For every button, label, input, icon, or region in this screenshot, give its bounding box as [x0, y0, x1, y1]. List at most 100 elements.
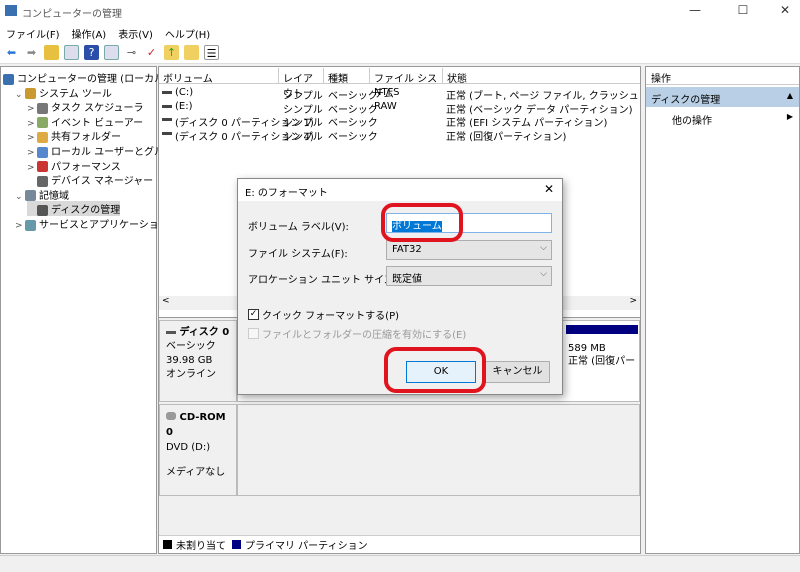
menu-view[interactable]: 表示(V)	[118, 26, 153, 41]
maximize-button[interactable]: ☐	[728, 3, 758, 19]
column-file-system[interactable]: ファイル システム	[370, 68, 443, 100]
volume-icon	[162, 91, 172, 94]
file-system-value: FAT32	[392, 244, 422, 255]
tree-node-icon	[37, 131, 48, 143]
legend-unallocated-swatch	[163, 540, 172, 549]
show-hide-tree-icon[interactable]	[64, 45, 79, 60]
menu-action[interactable]: 操作(A)	[72, 26, 107, 41]
tree-item[interactable]: > 共有フォルダー	[27, 128, 121, 143]
tree-node-icon	[37, 204, 48, 216]
disk-0-size: 39.98 GB	[166, 355, 213, 366]
menu-help[interactable]: ヘルプ(H)	[165, 26, 210, 41]
expand-arrow-icon[interactable]: >	[15, 221, 25, 231]
tree-node-icon	[37, 146, 48, 158]
computer-management-icon	[5, 5, 17, 16]
expand-arrow-icon[interactable]: >	[27, 163, 37, 173]
search-icon[interactable]	[184, 45, 199, 60]
expand-arrow-icon[interactable]: >	[27, 119, 37, 129]
table-cell[interactable]: (E:)	[175, 101, 193, 112]
actions-header: 操作	[646, 67, 799, 85]
tree-node-icon	[37, 117, 48, 129]
expand-arrow-icon[interactable]: >	[27, 148, 37, 158]
tree-item[interactable]: ⌄ システム ツール	[15, 85, 112, 100]
actions-more[interactable]: 他の操作 ▶	[646, 109, 799, 127]
column-volume[interactable]: ボリューム	[159, 68, 279, 85]
minimize-button[interactable]: —	[680, 3, 710, 19]
table-cell[interactable]: シンプル	[283, 128, 323, 143]
compression-checkbox[interactable]: ファイルとフォルダーの圧縮を有効にする(E)	[248, 326, 466, 341]
volume-icon	[162, 118, 172, 121]
allocation-unit-select[interactable]: 既定値 ⌵	[386, 266, 552, 286]
tree-item-label: タスク スケジューラ	[51, 103, 144, 115]
collapse-icon[interactable]: ▲	[787, 91, 793, 100]
status-bar	[0, 555, 800, 572]
cdrom-area	[237, 404, 640, 496]
back-icon[interactable]: ⬅	[4, 45, 19, 60]
table-cell[interactable]: RAW	[374, 101, 397, 112]
menu-bar: ファイル(F) 操作(A) 表示(V) ヘルプ(H)	[0, 22, 800, 42]
title-bar: コンピューターの管理 — ☐ ✕	[0, 0, 800, 22]
column-status[interactable]: 状態	[443, 68, 640, 85]
checkbox-checked-icon: ✓	[248, 309, 259, 320]
navigation-tree: コンピューターの管理 (ローカル) ⌄ システム ツール > タスク スケジューラ > イベ…	[0, 66, 183, 554]
file-system-select[interactable]: FAT32 ⌵	[386, 240, 552, 260]
volume-label-label: ボリューム ラベル(V):	[248, 222, 349, 233]
help-icon[interactable]: ?	[84, 45, 99, 60]
dialog-close-button[interactable]: ✕	[544, 182, 554, 196]
expand-arrow-icon[interactable]: >	[27, 104, 37, 114]
actions-more-label: 他の操作	[672, 116, 712, 127]
menu-file[interactable]: ファイル(F)	[6, 26, 60, 41]
tree-item[interactable]: > サービスとアプリケーション	[15, 216, 169, 231]
tree-item-label: ディスクの管理	[51, 205, 121, 217]
tree-node-icon	[25, 190, 36, 202]
disk-0-name: ディスク 0	[179, 327, 230, 338]
export-icon[interactable]: ↑	[164, 45, 179, 60]
disk-0-info[interactable]: ディスク 0 ベーシック 39.98 GB オンライン	[159, 320, 237, 402]
up-folder-icon[interactable]	[44, 45, 59, 60]
close-button[interactable]: ✕	[770, 3, 800, 19]
ok-button-highlight	[384, 347, 486, 393]
tree-item[interactable]: ⌄ 記憶域	[15, 187, 69, 202]
tree-item[interactable]: > パフォーマンス	[27, 158, 121, 173]
check-icon[interactable]: ✓	[144, 45, 159, 60]
quick-format-checkbox[interactable]: ✓ クイック フォーマットする(P)	[248, 307, 399, 322]
properties-icon[interactable]: ☰	[204, 45, 219, 60]
tree-item[interactable]: ディスクの管理	[27, 201, 121, 217]
partition-status: 正常 (回復パーティ	[568, 356, 636, 367]
table-cell[interactable]: 正常 (回復パーティション)	[446, 128, 640, 143]
expand-arrow-icon[interactable]: ⌄	[15, 90, 25, 100]
volume-icon	[162, 104, 172, 108]
disk-0-status: オンライン	[166, 369, 216, 380]
actions-section-disk-management[interactable]: ディスクの管理 ▲	[646, 87, 799, 107]
tree-item-label: パフォーマンス	[51, 161, 121, 173]
tree-item[interactable]: > タスク スケジューラ	[27, 99, 143, 114]
legend: 未割り当て プライマリ パーティション	[159, 535, 640, 553]
tree-node-icon	[3, 73, 14, 85]
tree-item-label: サービスとアプリケーション	[39, 220, 169, 231]
show-hide-action-pane-icon[interactable]	[104, 45, 119, 60]
partition-size: 589 MB	[568, 343, 606, 354]
column-type[interactable]: 種類	[324, 68, 370, 85]
tree-item[interactable]: デバイス マネージャー	[27, 172, 153, 187]
checkbox-unchecked-icon	[248, 328, 259, 339]
expand-arrow-icon[interactable]: >	[27, 133, 37, 143]
legend-primary-swatch	[232, 540, 241, 549]
cancel-button[interactable]: キャンセル	[485, 361, 550, 383]
connect-icon[interactable]: ⊸	[124, 45, 139, 60]
volume-icon	[162, 131, 172, 135]
expand-arrow-icon[interactable]: ⌄	[15, 192, 25, 202]
tree-node-icon	[37, 102, 48, 114]
forward-icon[interactable]: ➡	[24, 45, 39, 60]
column-layout[interactable]: レイアウト	[279, 68, 324, 100]
recovery-partition[interactable]: 589 MB 正常 (回復パーティ	[566, 325, 638, 401]
table-cell[interactable]: ベーシック	[328, 128, 378, 143]
quick-format-label: クイック フォーマットする(P)	[262, 311, 400, 322]
tree-node-icon	[37, 161, 48, 173]
actions-pane: 操作 ディスクの管理 ▲ 他の操作 ▶	[645, 66, 800, 554]
table-cell[interactable]: NTFS	[374, 87, 400, 98]
cdrom-0-info[interactable]: CD-ROM 0 DVD (D:) メディアなし	[159, 404, 237, 496]
toolbar: ⬅ ➡ ? ⊸ ✓ ↑ ☰	[0, 42, 800, 64]
tree-item[interactable]: > イベント ビューアー	[27, 114, 143, 129]
tree-item[interactable]: コンピューターの管理 (ローカル)	[3, 70, 168, 85]
table-cell[interactable]: (C:)	[175, 87, 193, 98]
